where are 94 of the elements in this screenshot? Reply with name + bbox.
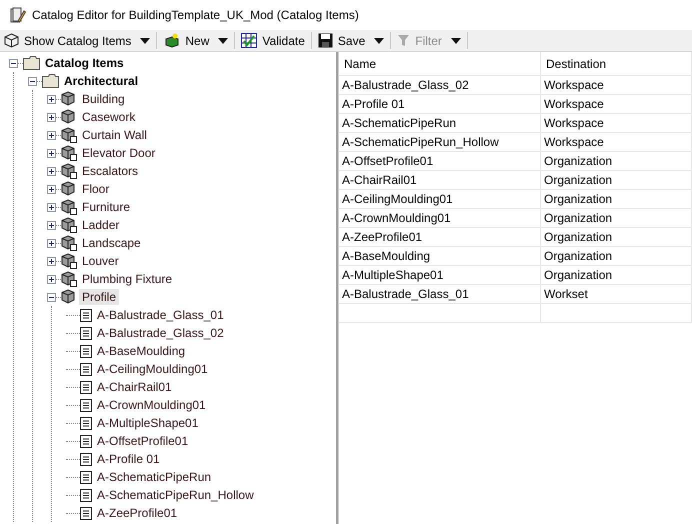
expand-icon[interactable]	[47, 166, 56, 176]
folder-icon	[23, 56, 40, 70]
tree-item[interactable]: A-CrownMoulding01	[94, 397, 209, 413]
expand-icon[interactable]	[47, 202, 56, 212]
caret-icon[interactable]	[218, 38, 228, 44]
tree-item[interactable]: Louver	[79, 253, 122, 269]
tree-item[interactable]: Escalators	[79, 163, 142, 179]
window-title: Catalog Editor for BuildingTemplate_UK_Mod (Catalog Items)	[32, 8, 359, 22]
tree-item[interactable]: A-BaseMoulding	[94, 343, 188, 359]
table-cell: Workspace	[541, 133, 692, 152]
table-cell: A-OffsetProfile01	[339, 152, 541, 171]
tree-item[interactable]: A-ZeeProfile01	[94, 505, 180, 521]
tree-item[interactable]: A-CeilingMoulding01	[94, 361, 211, 377]
column-header[interactable]: Destination	[541, 52, 692, 76]
table-cell: A-ChairRail01	[339, 171, 541, 190]
table-cell: A-Balustrade_Glass_02	[339, 76, 541, 95]
table-cell: A-CeilingMoulding01	[339, 190, 541, 209]
tree-item[interactable]: Floor	[79, 181, 112, 197]
table-cell: Organization	[541, 247, 692, 266]
cube-icon	[4, 33, 19, 48]
grid-check-icon	[241, 33, 258, 48]
expand-icon[interactable]	[47, 130, 56, 140]
table-cell: Organization	[541, 190, 692, 209]
table-cell: Organization	[541, 266, 692, 285]
column-header[interactable]: Name	[339, 52, 541, 76]
table-cell: A-Balustrade_Glass_01	[339, 285, 541, 304]
table-cell: A-SchematicPipeRun	[339, 114, 541, 133]
table-cell: A-SchematicPipeRun_Hollow	[339, 133, 541, 152]
table-cell: Workspace	[541, 114, 692, 133]
tree-item[interactable]: Ladder	[79, 217, 122, 233]
document-icon	[80, 380, 92, 394]
table-cell: Organization	[541, 171, 692, 190]
tree-item[interactable]: Building	[79, 91, 128, 107]
expand-icon[interactable]	[47, 220, 56, 230]
expand-icon[interactable]	[47, 94, 56, 104]
expand-icon[interactable]	[47, 112, 56, 122]
toolbar-button[interactable]: Save	[314, 30, 388, 50]
tree-item[interactable]: Curtain Wall	[79, 127, 150, 143]
toolbar-button[interactable]: Show Catalog Items	[0, 30, 154, 50]
tree-item[interactable]: Casework	[79, 109, 138, 125]
table-cell: Organization	[541, 228, 692, 247]
tree-item[interactable]: A-Balustrade_Glass_01	[94, 307, 227, 323]
expand-icon[interactable]	[47, 148, 56, 158]
table-cell: Workset	[541, 285, 692, 304]
document-icon	[80, 362, 92, 376]
toolbar-button[interactable]: New	[159, 30, 232, 50]
expand-icon[interactable]	[47, 184, 56, 194]
tree-item[interactable]: Furniture	[79, 199, 134, 215]
collapse-icon[interactable]	[47, 292, 56, 302]
document-icon	[80, 452, 92, 466]
table-cell: A-BaseMoulding	[339, 247, 541, 266]
tree-item[interactable]: Architectural	[61, 73, 142, 89]
folder-icon	[42, 74, 59, 88]
table-cell: Workspace	[541, 76, 692, 95]
table-cell: A-ZeeProfile01	[339, 228, 541, 247]
document-icon	[80, 416, 92, 430]
tree-item[interactable]: Landscape	[79, 235, 144, 251]
expand-icon[interactable]	[47, 238, 56, 248]
collapse-icon[interactable]	[28, 76, 37, 86]
document-icon	[80, 488, 92, 502]
catalog-pencil-icon	[10, 6, 26, 24]
caret-icon[interactable]	[374, 38, 384, 44]
document-icon	[80, 308, 92, 322]
caret-icon[interactable]	[140, 38, 150, 44]
tree-item[interactable]: Plumbing Fixture	[79, 271, 176, 287]
new-item-icon	[163, 33, 180, 48]
tree-item[interactable]: A-Balustrade_Glass_02	[94, 325, 227, 341]
document-icon	[80, 470, 92, 484]
tree-item[interactable]: Catalog Items	[42, 55, 127, 71]
save-icon	[318, 33, 333, 48]
table-cell: A-Profile 01	[339, 95, 541, 114]
filter-icon	[397, 34, 410, 47]
document-icon	[80, 344, 92, 358]
tree-item[interactable]: A-ChairRail01	[94, 379, 175, 395]
tree-item[interactable]: Elevator Door	[79, 145, 158, 161]
expand-icon[interactable]	[47, 256, 56, 266]
document-icon	[80, 398, 92, 412]
document-icon	[80, 506, 92, 520]
tree-item[interactable]: Profile	[79, 289, 120, 305]
toolbar-button[interactable]: Validate	[237, 30, 309, 50]
table-cell: A-CrownMoulding01	[339, 209, 541, 228]
collapse-icon[interactable]	[9, 58, 18, 68]
tree-item[interactable]: A-MultipleShape01	[94, 415, 202, 431]
table-cell: Organization	[541, 209, 692, 228]
table-cell: A-MultipleShape01	[339, 266, 541, 285]
table-cell: Workspace	[541, 95, 692, 114]
document-icon	[80, 326, 92, 340]
table-cell: Organization	[541, 152, 692, 171]
expand-icon[interactable]	[47, 274, 56, 284]
tree-item[interactable]: A-OffsetProfile01	[94, 433, 192, 449]
tree-item[interactable]: A-Profile 01	[94, 451, 163, 467]
tree-item[interactable]: A-SchematicPipeRun_Hollow	[94, 487, 257, 503]
tree-item[interactable]: A-SchematicPipeRun	[94, 469, 214, 485]
document-icon	[80, 434, 92, 448]
